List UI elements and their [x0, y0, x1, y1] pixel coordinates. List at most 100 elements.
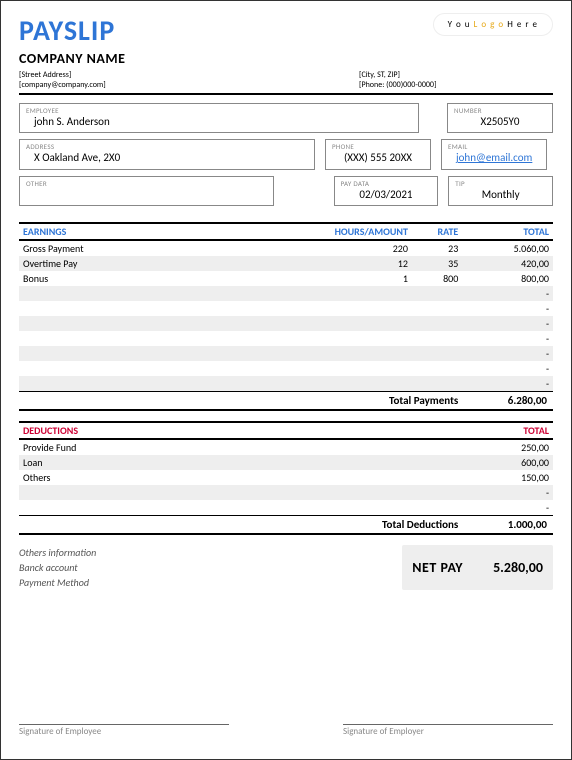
earnings-total: 5.060,00 — [462, 240, 553, 256]
table-row: Loan 600,00 — [19, 455, 553, 470]
earnings-hours: 220 — [321, 240, 412, 256]
company-phone: [Phone: (000)000-0000] — [359, 80, 553, 90]
deduction-total: - — [462, 485, 553, 500]
earnings-hours — [321, 331, 412, 346]
paydata-value: 02/03/2021 — [341, 188, 432, 202]
earnings-hours — [321, 316, 412, 331]
page-title: PAYSLIP — [19, 13, 115, 48]
address-box: ADDRESS X Oakland Ave, 2X0 — [19, 139, 315, 169]
table-row: Provide Fund250,00 — [19, 439, 553, 455]
deduction-total: 600,00 — [462, 455, 553, 470]
table-row: Gross Payment220235.060,00 — [19, 240, 553, 256]
email-label: EMAIL — [448, 142, 540, 151]
deduction-total: 150,00 — [462, 470, 553, 485]
other-label: OTHER — [26, 179, 267, 188]
earnings-name — [19, 331, 321, 346]
earnings-total: 800,00 — [462, 271, 553, 286]
table-row: Others150,00 — [19, 470, 553, 485]
earnings-rate — [412, 301, 462, 316]
number-box: NUMBER X2505Y0 — [447, 103, 553, 133]
paydata-box: PAY DATA 02/03/2021 — [334, 176, 439, 206]
total-payments-value: 6.280,00 — [462, 391, 553, 410]
deduction-name — [19, 500, 321, 516]
table-row: - — [19, 485, 553, 500]
table-row: - — [19, 500, 553, 516]
payslip-page: PAYSLIP Y o u L o g o H e r e COMPANY NA… — [0, 0, 572, 760]
netpay-box: NET PAY 5.280,00 — [402, 545, 553, 590]
table-row: - — [19, 331, 553, 346]
earnings-name: Gross Payment — [19, 240, 321, 256]
earnings-hours — [321, 301, 412, 316]
earnings-col-hours: HOURS/AMOUNT — [321, 223, 412, 240]
paydata-label: PAY DATA — [341, 179, 432, 188]
earnings-name — [19, 286, 321, 301]
city-state-zip: [City, ST, ZIP] — [359, 70, 553, 80]
earnings-name: Overtime Pay — [19, 256, 321, 271]
tip-value: Monthly — [455, 188, 546, 202]
street-address: [Street Address] — [19, 70, 359, 80]
tip-box: TIP Monthly — [448, 176, 553, 206]
earnings-name — [19, 316, 321, 331]
earnings-rate: 800 — [412, 271, 462, 286]
earnings-total: - — [462, 346, 553, 361]
employee-label: EMPLOYEE — [26, 106, 412, 115]
others-line3: Payment Method — [19, 575, 96, 590]
employee-box: EMPLOYEE john S. Anderson — [19, 103, 419, 133]
company-email: [company@company.com] — [19, 80, 359, 90]
earnings-hours — [321, 376, 412, 392]
deduction-name — [19, 485, 321, 500]
number-value: X2505Y0 — [454, 115, 546, 129]
total-deductions-label: Total Deductions — [321, 515, 462, 534]
table-row: - — [19, 361, 553, 376]
email-box: EMAIL john@email.com — [441, 139, 547, 169]
earnings-total: - — [462, 361, 553, 376]
deductions-table: DEDUCTIONS TOTAL Provide Fund250,00Loan 6… — [19, 421, 553, 535]
header-divider — [19, 93, 553, 95]
earnings-name — [19, 376, 321, 392]
earnings-total: - — [462, 316, 553, 331]
table-row: - — [19, 346, 553, 361]
address-label: ADDRESS — [26, 142, 308, 151]
earnings-hours — [321, 286, 412, 301]
address-value: X Oakland Ave, 2X0 — [26, 151, 308, 165]
netpay-value: 5.280,00 — [493, 559, 543, 576]
earnings-name — [19, 361, 321, 376]
others-line2: Banck account — [19, 560, 96, 575]
other-box: OTHER — [19, 176, 274, 206]
earnings-rate: 23 — [412, 240, 462, 256]
netpay-label: NET PAY — [412, 559, 463, 576]
total-deductions-value: 1.000,00 — [462, 515, 553, 534]
earnings-col-rate: RATE — [412, 223, 462, 240]
phone-value: (XXX) 555 20XX — [332, 151, 424, 165]
earnings-total: - — [462, 301, 553, 316]
deductions-col-name: DEDUCTIONS — [19, 422, 321, 439]
table-row: - — [19, 286, 553, 301]
earnings-name — [19, 301, 321, 316]
table-row: - — [19, 301, 553, 316]
others-info: Others information Banck account Payment… — [19, 545, 96, 590]
earnings-total: - — [462, 376, 553, 392]
earnings-name — [19, 346, 321, 361]
email-link[interactable]: john@email.com — [448, 151, 540, 165]
earnings-hours — [321, 346, 412, 361]
employee-value: john S. Anderson — [26, 115, 412, 129]
deductions-col-total: TOTAL — [462, 422, 553, 439]
earnings-total: - — [462, 286, 553, 301]
signature-employer: Signature of Employer — [343, 724, 553, 737]
others-line1: Others information — [19, 545, 96, 560]
earnings-table: EARNINGS HOURS/AMOUNT RATE TOTAL Gross P… — [19, 222, 553, 411]
deduction-name: Loan — [19, 455, 321, 470]
table-row: Bonus1800800,00 — [19, 271, 553, 286]
earnings-name: Bonus — [19, 271, 321, 286]
deduction-total: 250,00 — [462, 439, 553, 455]
phone-box: PHONE (XXX) 555 20XX — [325, 139, 431, 169]
phone-label: PHONE — [332, 142, 424, 151]
table-row: - — [19, 316, 553, 331]
earnings-col-total: TOTAL — [462, 223, 553, 240]
table-row: - — [19, 376, 553, 392]
earnings-rate — [412, 316, 462, 331]
total-payments-label: Total Payments — [321, 391, 462, 410]
earnings-rate — [412, 331, 462, 346]
signature-employee: Signature of Employee — [19, 724, 229, 737]
number-label: NUMBER — [454, 106, 546, 115]
